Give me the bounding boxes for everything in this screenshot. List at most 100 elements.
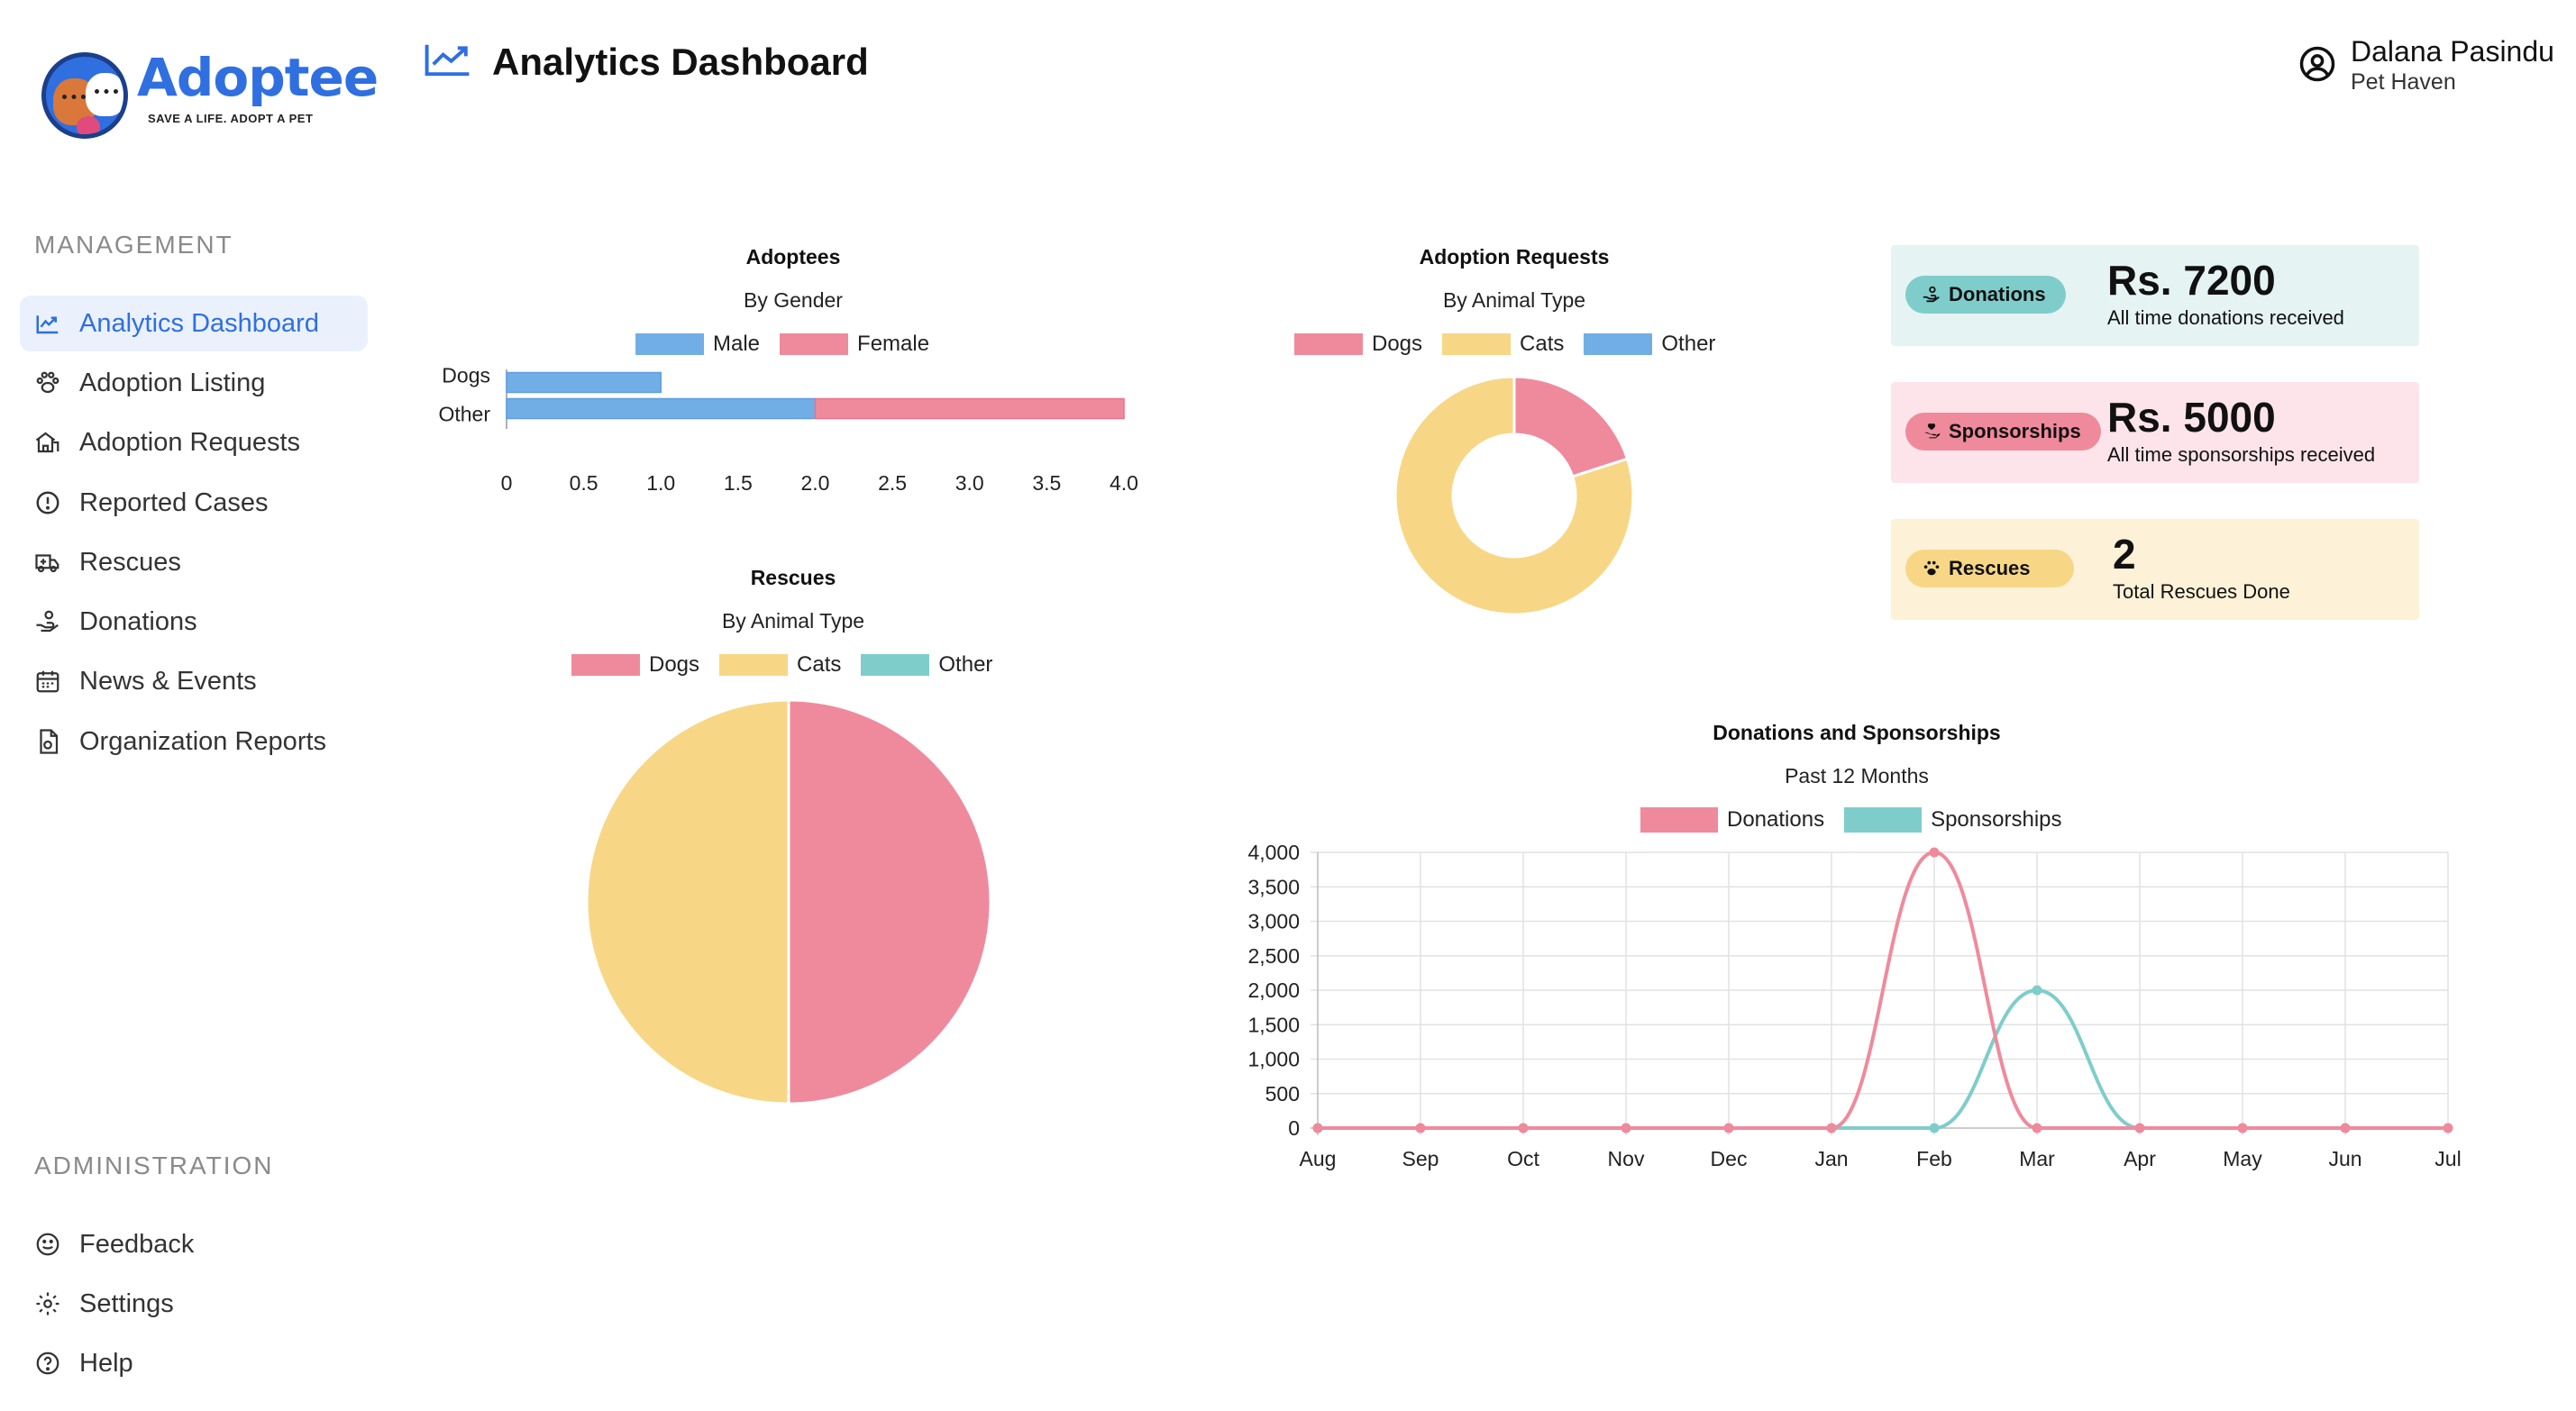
sidebar-item-analytics-dashboard[interactable]: Analytics Dashboard — [20, 296, 368, 351]
bar-male — [506, 397, 817, 420]
hand-coin-icon — [32, 606, 63, 637]
donations-description: All time donations received — [2107, 306, 2344, 329]
legend-item-dogs[interactable]: Dogs — [571, 652, 699, 678]
donations-line-chart-title: Donations and Sponsorships — [1713, 721, 2001, 744]
x-tick-label: 0.5 — [570, 471, 598, 495]
paw-icon — [32, 368, 63, 398]
slice-cats — [585, 698, 790, 1106]
adoptees-chart-subtitle: By Gender — [744, 288, 843, 312]
point-sponsorships — [2032, 985, 2042, 996]
rescues-legend: Dogs Cats Other — [571, 652, 1012, 678]
ambulance-icon — [32, 547, 63, 578]
x-tick-label: Apr — [2124, 1147, 2156, 1170]
sidebar-item-label: News & Events — [79, 666, 257, 696]
sidebar-item-label: Organization Reports — [79, 726, 327, 756]
sidebar-item-rescues[interactable]: Rescues — [20, 534, 368, 590]
legend-item-female[interactable]: Female — [780, 332, 929, 357]
legend-item-other[interactable]: Other — [1584, 332, 1715, 357]
page-title: Analytics Dashboard — [492, 40, 869, 83]
user-circle-icon — [2298, 34, 2351, 87]
point-donations — [1621, 1123, 1631, 1133]
x-tick-label: Feb — [1916, 1147, 1952, 1170]
x-tick-label: 1.5 — [724, 471, 753, 495]
x-tick-label: 1.0 — [646, 471, 675, 495]
legend-label: Female — [857, 332, 930, 356]
rescues-description: Total Rescues Done — [2113, 580, 2290, 603]
y-tick-label: Other — [438, 403, 490, 426]
pill-label: Donations — [1949, 283, 2046, 305]
legend-label: Cats — [797, 652, 842, 677]
adoption-requests-legend: Dogs Cats Other — [1294, 332, 1735, 357]
legend-swatch — [780, 333, 849, 355]
calendar-icon — [32, 666, 63, 696]
y-tick-label: 2,500 — [1247, 944, 1300, 968]
y-tick-label: Dogs — [442, 364, 490, 387]
point-donations — [1723, 1123, 1734, 1133]
sidebar-item-organization-reports[interactable]: Organization Reports — [20, 714, 368, 769]
y-tick-label: 2,000 — [1247, 979, 1300, 1002]
x-tick-label: Oct — [1507, 1147, 1539, 1170]
point-donations — [1518, 1123, 1529, 1133]
sidebar-item-label: Donations — [79, 606, 197, 636]
legend-swatch — [635, 333, 704, 355]
sidebar-item-label: Help — [79, 1348, 133, 1378]
legend-item-other[interactable]: Other — [861, 652, 992, 678]
donations-pill: Donations — [1905, 276, 2066, 314]
user-profile[interactable]: Dalana Pasindu Pet Haven — [2298, 34, 2554, 96]
smiley-icon — [32, 1229, 63, 1260]
rescues-card: Rescues 2 Total Rescues Done — [1891, 519, 2419, 620]
point-donations — [1929, 847, 1940, 858]
x-tick-label: 2.5 — [878, 471, 907, 495]
point-donations — [2032, 1123, 2042, 1133]
rescues-pie-chart — [585, 698, 992, 1106]
sidebar-item-adoption-requests[interactable]: Adoption Requests — [20, 414, 368, 470]
legend-swatch — [861, 654, 930, 676]
brand-name: Adoptee — [137, 47, 379, 108]
sidebar-item-news-events[interactable]: News & Events — [20, 653, 368, 709]
sidebar-item-help[interactable]: Help — [20, 1335, 368, 1391]
x-tick-label: Sep — [1402, 1147, 1439, 1170]
x-tick-label: Aug — [1300, 1147, 1337, 1170]
sidebar-item-adoption-listing[interactable]: Adoption Listing — [20, 355, 368, 411]
sidebar-item-donations[interactable]: Donations — [20, 594, 368, 650]
x-tick-label: Nov — [1608, 1147, 1645, 1170]
bar-female — [814, 397, 1125, 420]
alert-circle-icon — [32, 487, 63, 518]
adoptees-chart-title: Adoptees — [745, 245, 841, 269]
point-donations — [2443, 1123, 2453, 1133]
sidebar-item-feedback[interactable]: Feedback — [20, 1216, 368, 1272]
sidebar-item-label: Adoption Requests — [79, 427, 301, 457]
point-donations — [2340, 1123, 2351, 1133]
sidebar-item-label: Rescues — [79, 547, 181, 577]
sidebar-item-reported-cases[interactable]: Reported Cases — [20, 475, 368, 531]
sidebar-item-label: Settings — [79, 1288, 174, 1318]
legend-label: Other — [938, 652, 993, 677]
sidebar-item-label: Adoption Listing — [79, 368, 266, 397]
point-sponsorships — [1929, 1123, 1940, 1133]
legend-item-cats[interactable]: Cats — [1442, 332, 1564, 357]
user-name: Dalana Pasindu — [2351, 35, 2554, 68]
x-tick-label: 2.0 — [801, 471, 830, 495]
x-tick-label: Jun — [2328, 1147, 2361, 1170]
donations-value: Rs. 7200 — [2107, 257, 2276, 304]
x-tick-label: Dec — [1711, 1147, 1748, 1170]
legend-item-dogs[interactable]: Dogs — [1294, 332, 1422, 357]
x-tick-label: Jul — [2434, 1147, 2461, 1170]
x-tick-label: Mar — [2019, 1147, 2055, 1170]
legend-label: Dogs — [649, 652, 700, 677]
legend-swatch — [1584, 333, 1653, 355]
donations-line-chart-subtitle: Past 12 Months — [1785, 764, 1929, 787]
brand-logo[interactable]: Adoptee SAVE A LIFE. ADOPT A PET — [41, 47, 379, 146]
legend-label: Male — [713, 332, 761, 356]
legend-item-cats[interactable]: Cats — [719, 652, 841, 678]
adoption-requests-chart-title: Adoption Requests — [1419, 245, 1610, 269]
sponsorships-card: Sponsorships Rs. 5000 All time sponsorsh… — [1891, 382, 2419, 483]
sponsorships-value: Rs. 5000 — [2107, 394, 2276, 441]
legend-swatch — [1442, 333, 1512, 355]
donations-card: Donations Rs. 7200 All time donations re… — [1891, 245, 2419, 346]
legend-item-male[interactable]: Male — [635, 332, 760, 357]
slice-dogs — [787, 698, 992, 1106]
sidebar-item-settings[interactable]: Settings — [20, 1276, 368, 1332]
sponsorships-pill: Sponsorships — [1905, 413, 2101, 451]
point-donations — [2134, 1123, 2145, 1133]
